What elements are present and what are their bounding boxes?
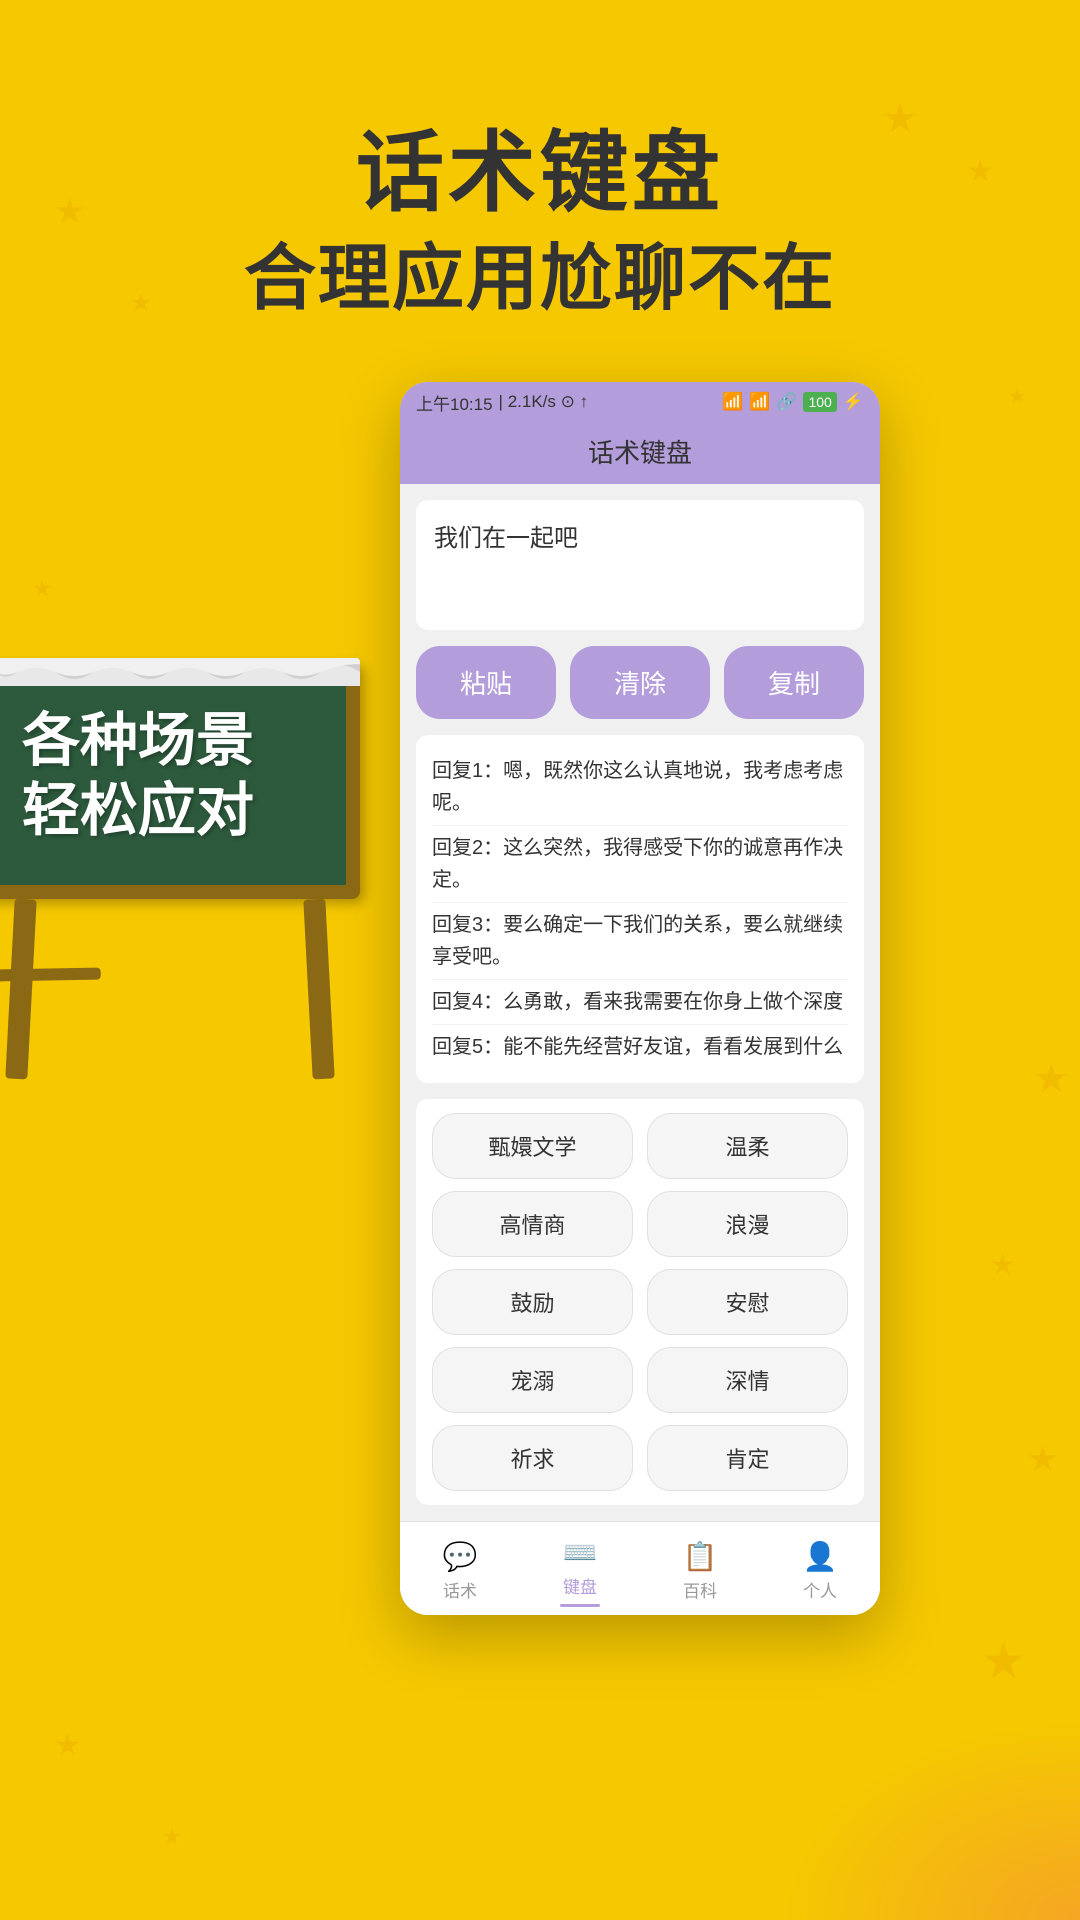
- paste-button[interactable]: 粘贴: [416, 646, 556, 719]
- reply-item-2[interactable]: 回复2：这么突然，我得感受下你的诚意再作决定。: [432, 826, 848, 903]
- leg-right: [303, 899, 334, 1080]
- hero-title-2: 合理应用尬聊不在: [0, 236, 1080, 322]
- app-content: 我们在一起吧 粘贴 清除 复制 回复1：嗯，既然你这么认真地说，我考虑考虑呢。 …: [400, 484, 880, 1521]
- category-btn-kending[interactable]: 肯定: [647, 1425, 848, 1491]
- category-row-1: 甄嬛文学 温柔: [432, 1113, 848, 1179]
- category-btn-huanzhuan[interactable]: 甄嬛文学: [432, 1113, 633, 1179]
- main-content-area: 各种场景 轻松应对 上午10:15 | 2.1K/s ⊙ ↑ 📶 📶 🔗 100…: [0, 382, 1080, 1695]
- nav-active-indicator: [560, 1604, 600, 1607]
- category-btn-anwei[interactable]: 安慰: [647, 1269, 848, 1335]
- hero-section: 话术键盘 合理应用尬聊不在: [0, 0, 1080, 382]
- category-btn-wenrou[interactable]: 温柔: [647, 1113, 848, 1179]
- category-row-4: 宠溺 深情: [432, 1347, 848, 1413]
- status-left: 上午10:15 | 2.1K/s ⊙ ↑: [416, 390, 588, 415]
- category-btn-qiqiu[interactable]: 祈求: [432, 1425, 633, 1491]
- nav-icon-geren: 👤: [803, 1540, 838, 1573]
- status-right: 📶 📶 🔗 100 ⚡: [722, 392, 864, 412]
- chalk-line1: 各种场景: [22, 706, 318, 776]
- category-btn-chongnì[interactable]: 宠溺: [432, 1347, 633, 1413]
- category-btn-gaoqingshang[interactable]: 高情商: [432, 1191, 633, 1257]
- category-grid: 甄嬛文学 温柔 高情商 浪漫 鼓励 安慰 宠溺 深情 祈求 肯定: [416, 1099, 864, 1505]
- category-row-3: 鼓励 安慰: [432, 1269, 848, 1335]
- text-content: 我们在一起吧: [434, 525, 578, 552]
- status-time: 上午10:15: [416, 390, 493, 415]
- reply-item-1[interactable]: 回复1：嗯，既然你这么认真地说，我考虑考虑呢。: [432, 749, 848, 826]
- category-row-5: 祈求 肯定: [432, 1425, 848, 1491]
- battery-indicator: 100: [803, 392, 836, 412]
- battery-bolt: ⚡: [843, 392, 864, 412]
- reply-item-3[interactable]: 回复3：要么确定一下我们的关系，要么就继续享受吧。: [432, 903, 848, 980]
- category-btn-shenshen[interactable]: 深情: [647, 1347, 848, 1413]
- clear-button[interactable]: 清除: [570, 646, 710, 719]
- nav-icon-jianpan: ⌨️: [563, 1536, 598, 1569]
- nav-item-jianpan[interactable]: ⌨️ 键盘: [520, 1536, 640, 1607]
- reply-item-5[interactable]: 回复5：能不能先经营好友谊，看看发展到什么: [432, 1025, 848, 1069]
- wifi2-icon: 🔗: [776, 392, 797, 412]
- nav-label-jianpan: 键盘: [563, 1573, 597, 1598]
- nav-label-geren: 个人: [803, 1577, 837, 1602]
- bottom-arc-decoration: [780, 1720, 1080, 1920]
- copy-button[interactable]: 复制: [724, 646, 864, 719]
- leg-left: [5, 899, 36, 1080]
- app-header: 话术键盘: [400, 423, 880, 484]
- nav-icon-baike: 📋: [683, 1540, 718, 1573]
- category-row-2: 高情商 浪漫: [432, 1191, 848, 1257]
- nav-label-huashu: 话术: [443, 1577, 477, 1602]
- leg-cross: [0, 968, 101, 983]
- text-input-area[interactable]: 我们在一起吧: [416, 500, 864, 630]
- nav-item-baike[interactable]: 📋 百科: [640, 1540, 760, 1602]
- bottom-nav: 💬 话术 ⌨️ 键盘 📋 百科 👤 个人: [400, 1521, 880, 1615]
- reply-item-4[interactable]: 回复4：么勇敢，看来我需要在你身上做个深度: [432, 980, 848, 1025]
- hero-title-1: 话术键盘: [0, 120, 1080, 226]
- status-speed: | 2.1K/s ⊙ ↑: [499, 392, 589, 412]
- nav-icon-huashu: 💬: [443, 1540, 478, 1573]
- reply-list: 回复1：嗯，既然你这么认真地说，我考虑考虑呢。 回复2：这么突然，我得感受下你的…: [416, 735, 864, 1083]
- signal-icon: 📶: [722, 392, 743, 412]
- category-btn-guli[interactable]: 鼓励: [432, 1269, 633, 1335]
- wifi-icon: 📶: [749, 392, 770, 412]
- phone-mockup: 上午10:15 | 2.1K/s ⊙ ↑ 📶 📶 🔗 100 ⚡ 话术键盘 我们…: [400, 382, 880, 1615]
- chalkboard-board: 各种场景 轻松应对: [0, 662, 360, 899]
- chalk-line2: 轻松应对: [22, 776, 318, 846]
- status-bar: 上午10:15 | 2.1K/s ⊙ ↑ 📶 📶 🔗 100 ⚡: [400, 382, 880, 423]
- nav-label-baike: 百科: [683, 1577, 717, 1602]
- chalkboard: 各种场景 轻松应对: [0, 662, 360, 1079]
- nav-item-geren[interactable]: 👤 个人: [760, 1540, 880, 1602]
- chalkboard-legs: [0, 899, 360, 1079]
- action-buttons: 粘贴 清除 复制: [416, 646, 864, 719]
- nav-item-huashu[interactable]: 💬 话术: [400, 1540, 520, 1602]
- category-btn-langman[interactable]: 浪漫: [647, 1191, 848, 1257]
